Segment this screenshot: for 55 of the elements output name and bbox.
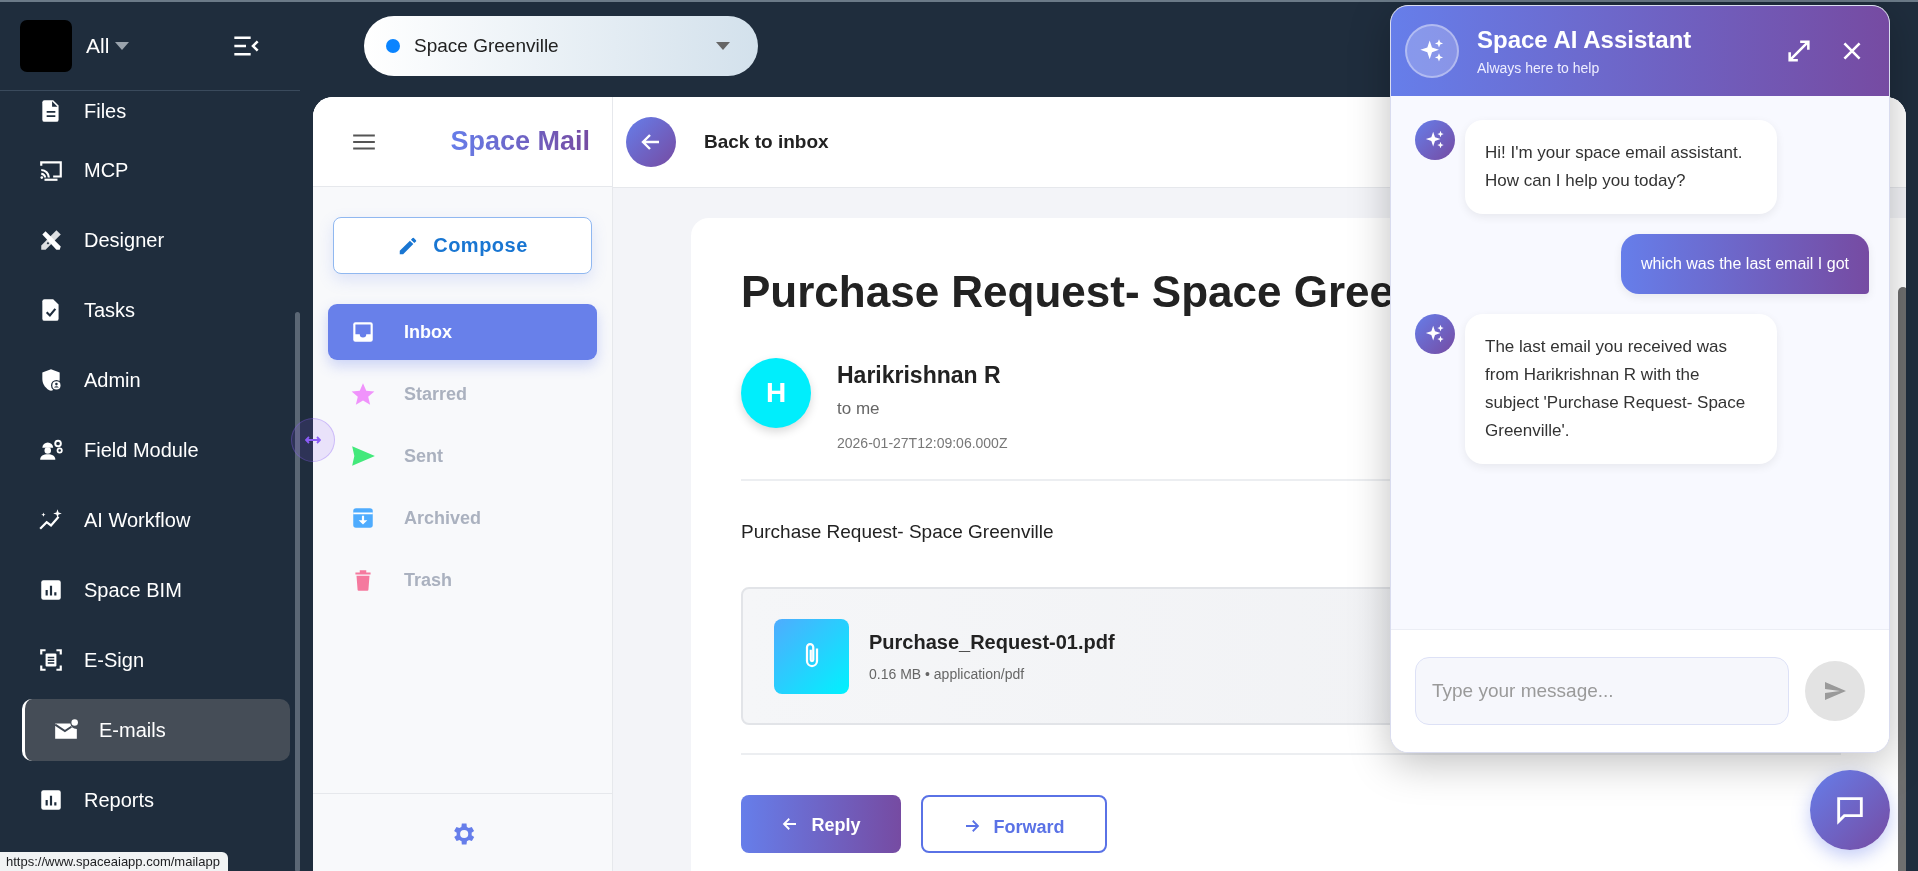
bar-chart-icon xyxy=(38,577,64,603)
status-dot xyxy=(386,38,400,53)
sidebar-item[interactable]: Tasks xyxy=(22,279,290,341)
expand-icon xyxy=(1785,37,1813,65)
paperclip-icon xyxy=(774,618,849,694)
send-icon xyxy=(350,443,376,469)
sidebar-item[interactable]: Space BIM xyxy=(22,559,290,621)
sidebar-item[interactable]: Reports xyxy=(22,769,290,831)
sparkles-icon xyxy=(1424,129,1446,151)
resize-handle[interactable] xyxy=(291,418,335,462)
bar-chart-icon xyxy=(38,787,64,813)
email-subject: Purchase Request- Space Gree xyxy=(741,266,1394,318)
back-button[interactable] xyxy=(626,117,676,167)
user-message: which was the last email I got xyxy=(1620,234,1869,294)
sparkles-icon xyxy=(1424,323,1446,345)
caret-icon[interactable] xyxy=(115,42,130,50)
scrollbar[interactable] xyxy=(1898,287,1906,871)
link-url: https://www.spaceaiapp.com/mailapp xyxy=(0,852,228,871)
assistant-message: Hi! I'm your space email assistant. How can I help you today? xyxy=(1465,120,1777,214)
pencil-ruler-icon xyxy=(38,227,64,253)
sidebar-item[interactable]: Files xyxy=(22,91,290,131)
sidebar-item[interactable]: Field Module xyxy=(22,419,290,481)
back-link[interactable]: Back to inbox xyxy=(704,131,829,153)
assistant-title: Space AI Assistant xyxy=(1477,26,1693,54)
forward-button[interactable]: Forward xyxy=(921,795,1107,853)
caret-icon[interactable] xyxy=(716,41,730,50)
worker-gears-icon xyxy=(38,437,64,463)
arrow-right-icon xyxy=(963,817,982,835)
scope-label[interactable]: All xyxy=(86,34,110,58)
send-icon xyxy=(1823,679,1847,703)
project-select[interactable]: Space Greenville xyxy=(364,15,758,76)
archive-box-icon xyxy=(350,505,376,531)
email-body: Purchase Request- Space Greenville xyxy=(741,521,1055,543)
star-icon xyxy=(350,381,376,407)
attachment-meta: 0.16 MB • application/pdf xyxy=(869,665,1026,682)
sidebar-item[interactable]: E-Sign xyxy=(22,629,290,691)
reply-button[interactable]: Reply xyxy=(741,795,901,853)
assistant-message: The last email you received was from Harikrishnan R with the subject 'Purchase Request- Space Greenville'. xyxy=(1465,314,1777,464)
inbox-tray-icon xyxy=(350,319,376,345)
recipient-label: to me xyxy=(837,399,881,419)
sidebar-item[interactable]: MCP xyxy=(22,139,290,201)
scrollbar[interactable] xyxy=(295,312,300,871)
sidebar-item[interactable]: AI Workflow xyxy=(22,489,290,551)
sidebar-item[interactable]: Admin xyxy=(22,349,290,411)
sender-avatar: H xyxy=(741,358,811,428)
message-input[interactable]: Type your message... xyxy=(1415,657,1789,725)
compose-button[interactable]: Compose xyxy=(333,217,592,274)
attachment-name: Purchase_Request-01.pdf xyxy=(869,630,1115,654)
folder-item[interactable]: Inbox xyxy=(328,304,597,360)
sidebar-item[interactable]: Designer xyxy=(22,209,290,271)
assistant-subtitle: Always here to help xyxy=(1477,60,1601,76)
sender-name: Harikrishnan R xyxy=(837,362,1002,389)
email-timestamp: 2026-01-27T12:09:06.000Z xyxy=(837,435,1008,451)
document-scan-icon xyxy=(38,647,64,673)
sidebar-item[interactable]: E-mails xyxy=(22,699,290,761)
